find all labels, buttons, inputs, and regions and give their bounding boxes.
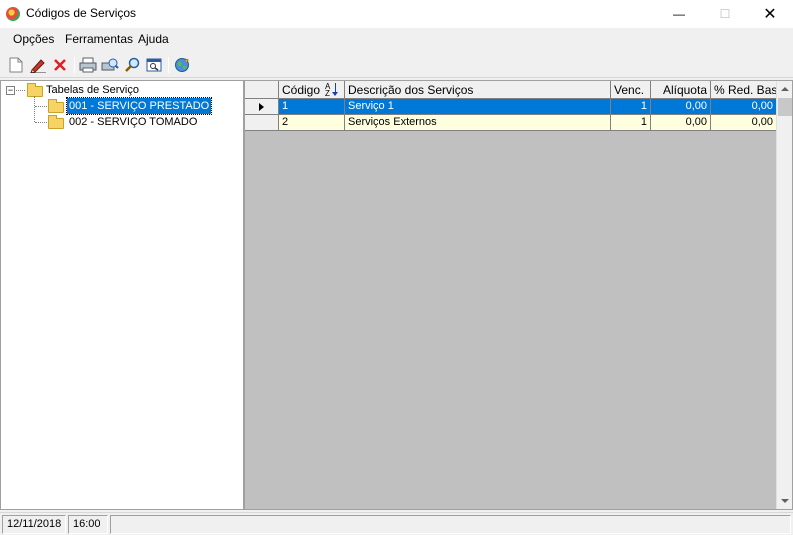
- status-message: [110, 515, 791, 534]
- window-title: Códigos de Serviços: [26, 6, 137, 20]
- cell-venc[interactable]: 1: [611, 99, 651, 115]
- services-grid[interactable]: Código A Z Descrição dos Serviços Venc. …: [244, 80, 793, 510]
- column-header-aliquota[interactable]: Alíquota: [651, 81, 711, 99]
- edit-pencil-icon: [30, 59, 46, 73]
- close-icon: ✕: [763, 6, 777, 23]
- cell-descricao[interactable]: Serviços Externos: [345, 115, 611, 131]
- service-tables-tree[interactable]: − Tabelas de Serviço 001 - SERVIÇO PREST…: [0, 80, 244, 510]
- print-button[interactable]: [78, 55, 98, 75]
- web-button[interactable]: [172, 55, 192, 75]
- sort-descending-arrow-icon: [332, 83, 338, 96]
- row-indicator: [245, 99, 279, 115]
- new-button[interactable]: [6, 55, 26, 75]
- folder-icon: [48, 115, 64, 129]
- current-row-arrow-icon: [259, 103, 264, 111]
- delete-button[interactable]: [50, 55, 70, 75]
- sort-az-icon[interactable]: A Z: [325, 83, 330, 98]
- toolbar-separator: [168, 57, 169, 73]
- print-preview-button[interactable]: [100, 55, 120, 75]
- column-header-venc[interactable]: Venc.: [611, 81, 651, 99]
- menu-bar: Opções Ferramentas Ajuda: [0, 28, 793, 50]
- close-button[interactable]: ✕: [747, 0, 793, 28]
- column-header-red-base[interactable]: % Red. Base: [711, 81, 777, 99]
- status-date: 12/11/2018: [2, 515, 66, 534]
- cell-descricao[interactable]: Serviço 1: [345, 99, 611, 115]
- vertical-scrollbar[interactable]: [776, 81, 792, 509]
- scroll-thumb[interactable]: [778, 98, 792, 116]
- tree-root-label[interactable]: Tabelas de Serviço: [44, 82, 141, 98]
- column-header-codigo[interactable]: Código A Z: [279, 81, 345, 99]
- tree-root[interactable]: − Tabelas de Serviço: [1, 82, 241, 98]
- scroll-up-icon: [781, 87, 789, 91]
- maximize-icon: ☐: [719, 7, 731, 21]
- column-header-descricao[interactable]: Descrição dos Serviços: [345, 81, 611, 99]
- scroll-down-button[interactable]: [777, 493, 792, 509]
- cell-codigo[interactable]: 1: [279, 99, 345, 115]
- title-bar: Códigos de Serviços — ☐ ✕: [0, 0, 793, 28]
- cell-venc[interactable]: 1: [611, 115, 651, 131]
- search-icon: [125, 57, 140, 72]
- row-indicator: [245, 115, 279, 131]
- maximize-button[interactable]: ☐: [702, 0, 748, 28]
- globe-icon: [175, 58, 189, 72]
- cell-aliquota[interactable]: 0,00: [651, 99, 711, 115]
- folder-icon: [27, 83, 43, 97]
- zoom-window-button[interactable]: [144, 55, 164, 75]
- toolbar-separator: [74, 57, 75, 73]
- menu-ajuda[interactable]: Ajuda: [138, 32, 169, 46]
- menu-ferramentas[interactable]: Ferramentas: [65, 32, 133, 46]
- minimize-button[interactable]: —: [656, 0, 702, 28]
- print-preview-icon: [101, 58, 119, 71]
- tree-item[interactable]: 001 - SERVIÇO PRESTADO: [1, 97, 241, 115]
- table-row[interactable]: 2 Serviços Externos 1 0,00 0,00: [245, 115, 777, 131]
- column-label: Código: [282, 83, 321, 97]
- cell-aliquota[interactable]: 0,00: [651, 115, 711, 131]
- search-button[interactable]: [122, 55, 142, 75]
- delete-x-icon: [54, 59, 66, 71]
- scroll-up-button[interactable]: [777, 81, 792, 97]
- tree-item-label[interactable]: 001 - SERVIÇO PRESTADO: [65, 97, 213, 115]
- tree-item[interactable]: 002 - SERVIÇO TOMADO: [1, 114, 241, 130]
- print-icon: [79, 57, 97, 73]
- cell-red-base[interactable]: 0,00: [711, 115, 777, 131]
- zoom-window-icon: [146, 58, 162, 72]
- status-bar: 12/11/2018 16:00: [0, 512, 793, 535]
- status-time: 16:00: [68, 515, 108, 534]
- collapse-icon[interactable]: −: [6, 86, 15, 95]
- grid-header: Código A Z Descrição dos Serviços Venc. …: [245, 81, 777, 99]
- cell-red-base[interactable]: 0,00: [711, 99, 777, 115]
- row-indicator-header: [245, 81, 279, 99]
- menu-opcoes[interactable]: Opções: [13, 32, 54, 46]
- minimize-icon: —: [673, 7, 685, 21]
- toolbar: [0, 52, 793, 78]
- app-icon: [6, 7, 20, 21]
- folder-open-icon: [48, 99, 64, 113]
- tree-item-label[interactable]: 002 - SERVIÇO TOMADO: [67, 114, 199, 130]
- table-row[interactable]: 1 Serviço 1 1 0,00 0,00: [245, 99, 777, 115]
- edit-button[interactable]: [28, 55, 48, 75]
- new-document-icon: [9, 57, 23, 73]
- scroll-down-icon: [781, 499, 789, 503]
- cell-codigo[interactable]: 2: [279, 115, 345, 131]
